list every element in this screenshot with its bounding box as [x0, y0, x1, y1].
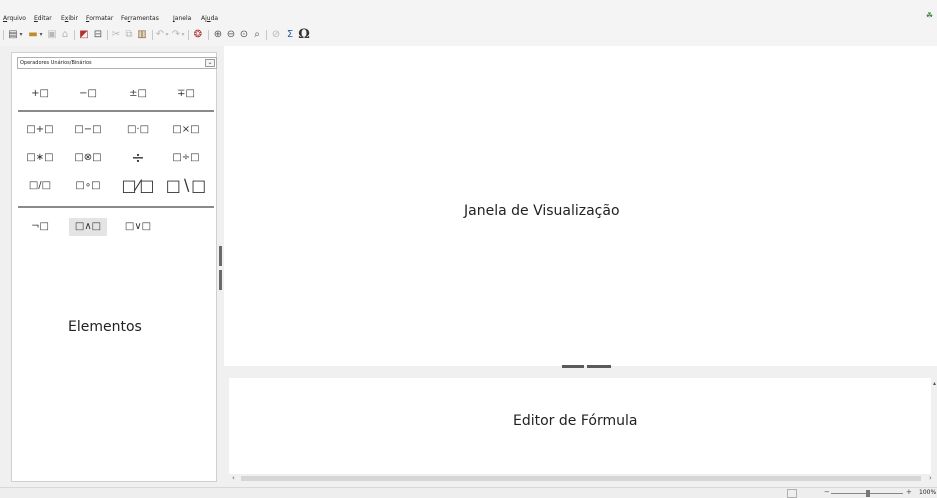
element-plus-minus[interactable]: ±□ — [119, 85, 157, 103]
menu-janela[interactable]: Janela — [173, 15, 191, 23]
element-cross-multiplication[interactable]: □×□ — [167, 121, 205, 139]
paste-icon[interactable]: ▥ — [136, 28, 148, 42]
zoom-slider-thumb[interactable] — [866, 490, 870, 497]
zoom-out-icon[interactable]: ⊖ — [225, 28, 237, 42]
divider — [18, 206, 214, 208]
editor-horizontal-scrollbar[interactable]: ‹ › — [229, 474, 937, 483]
export-pdf-icon[interactable]: ◩ — [78, 28, 90, 42]
element-wide-backslash[interactable]: □∖□ — [166, 177, 206, 195]
print-icon[interactable]: ⊟ — [92, 28, 104, 42]
save-icon[interactable]: ▣ — [46, 28, 58, 42]
toolbar-separator — [152, 30, 153, 40]
element-slash[interactable]: □/□ — [21, 177, 59, 195]
sidebar-collapse-handle[interactable] — [219, 270, 222, 290]
element-addition[interactable]: □+□ — [21, 121, 59, 139]
copy-icon[interactable]: ⧉ — [123, 28, 135, 42]
formula-editor-label: Editor de Fórmula — [513, 413, 638, 429]
element-asterisk[interactable]: □∗□ — [21, 149, 59, 167]
editor-resize-handle[interactable] — [562, 365, 584, 368]
cut-icon[interactable]: ✂ — [110, 28, 122, 42]
symbols-icon[interactable]: Σ — [284, 28, 296, 42]
show-all-icon[interactable]: ⌕ — [251, 28, 263, 42]
visualization-window[interactable]: Janela de Visualização — [224, 46, 937, 366]
status-bar: − + 100% — [0, 487, 937, 498]
zoom-out-slider-icon[interactable]: − — [824, 488, 830, 496]
visualization-label: Janela de Visualização — [464, 203, 620, 219]
toolbar-separator — [208, 30, 209, 40]
zoom-in-icon[interactable]: ⊕ — [212, 28, 224, 42]
element-dot-multiplication[interactable]: □·□ — [119, 121, 157, 139]
zoom-in-slider-icon[interactable]: + — [906, 488, 912, 496]
new-dropdown-icon[interactable]: ▾ — [18, 28, 24, 42]
close-document-icon[interactable]: ☘ — [926, 11, 933, 20]
element-subtraction[interactable]: □−□ — [69, 121, 107, 139]
elements-panel-label: Elementos — [68, 319, 142, 335]
digital-signature-icon[interactable] — [787, 489, 797, 498]
chevron-down-icon[interactable]: ⌄ — [205, 59, 215, 67]
element-not[interactable]: ¬□ — [21, 218, 59, 236]
toolbar-grip — [3, 30, 4, 40]
toolbar-separator — [266, 30, 267, 40]
element-division[interactable]: □÷□ — [167, 149, 205, 167]
scrollbar-thumb[interactable] — [241, 476, 921, 481]
menu-editar[interactable]: Editar — [34, 15, 52, 23]
sidebar-resize-handle[interactable] — [219, 246, 222, 266]
formula-editor[interactable]: Editor de Fórmula — [229, 378, 931, 474]
zoom-100-icon[interactable]: ⊙ — [238, 28, 250, 42]
element-fraction[interactable]: ÷ — [119, 149, 157, 167]
category-selected-value: Operadores Unários/Binários — [20, 60, 92, 66]
element-minus-plus[interactable]: ∓□ — [167, 85, 205, 103]
standard-toolbar: ▤ ▾ ▬ ▾ ▣ ⌂ ◩ ⊟ ✂ ⧉ ▥ ↶ ▾ ↷ ▾ ❂ ⊕ ⊖ ⊙ ⌕ … — [0, 24, 937, 46]
zoom-level[interactable]: 100% — [919, 489, 936, 496]
open-dropdown-icon[interactable]: ▾ — [38, 28, 44, 42]
elements-panel: Operadores Unários/Binários ⌄ +□ −□ ±□ ∓… — [11, 52, 217, 482]
scroll-up-icon[interactable]: ▴ — [933, 380, 936, 387]
menu-bar: Arquivo Editar Exibir Formatar Ferrament… — [0, 0, 937, 24]
redo-dropdown-icon[interactable]: ▾ — [180, 28, 186, 42]
element-and[interactable]: □∧□ — [69, 218, 107, 236]
menu-formatar[interactable]: Formatar — [86, 15, 113, 23]
save-remote-icon[interactable]: ⌂ — [59, 28, 71, 42]
menu-ferramentas[interactable]: Ferramentas — [121, 15, 159, 23]
element-unary-plus[interactable]: +□ — [21, 85, 59, 103]
element-or[interactable]: □∨□ — [119, 218, 157, 236]
update-icon[interactable]: ❂ — [192, 28, 204, 42]
toolbar-separator — [188, 30, 189, 40]
scroll-left-icon[interactable]: ‹ — [232, 474, 235, 483]
divider — [18, 110, 214, 112]
toolbar-separator — [107, 30, 108, 40]
toolbar-separator — [74, 30, 75, 40]
element-concatenate[interactable]: □∘□ — [69, 177, 107, 195]
special-character-icon[interactable]: Ω — [297, 28, 311, 42]
undo-dropdown-icon[interactable]: ▾ — [164, 28, 170, 42]
element-unary-minus[interactable]: −□ — [69, 85, 107, 103]
menu-arquivo[interactable]: Arquivo — [3, 15, 26, 23]
category-dropdown[interactable]: Operadores Unários/Binários ⌄ — [17, 57, 217, 69]
menu-ajuda[interactable]: Ajuda — [201, 15, 218, 23]
editor-collapse-handle[interactable] — [587, 365, 611, 368]
menu-exibir[interactable]: Exibir — [61, 15, 78, 23]
element-wide-slash[interactable]: □⁄□ — [119, 177, 157, 195]
element-circled-times[interactable]: □⊗□ — [69, 149, 107, 167]
scroll-right-icon[interactable]: › — [929, 474, 932, 483]
formula-cursor-icon[interactable]: ⊘ — [270, 28, 282, 42]
